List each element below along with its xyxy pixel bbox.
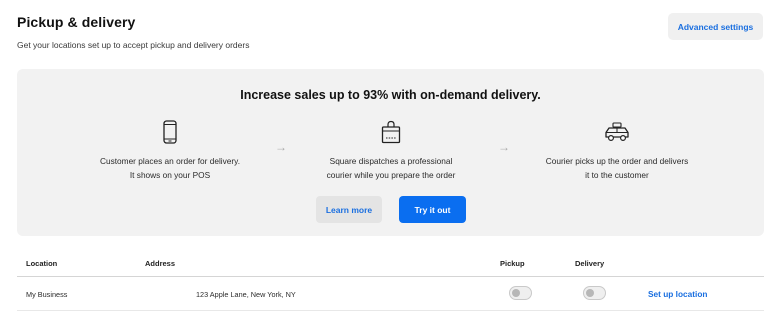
promo-step-line: Courier picks up the order and delivers — [545, 156, 689, 166]
promo-step-text: Courier picks up the order and delivers … — [522, 154, 712, 182]
promo-headline: Increase sales up to 93% with on-demand … — [240, 88, 541, 102]
promo-step-deliver: Courier picks up the order and delivers … — [522, 120, 712, 182]
table-header: Location Address Pickup Delivery — [17, 251, 764, 277]
arrow-right-icon: → — [275, 140, 287, 154]
location-name: My Business — [26, 290, 68, 299]
column-header-address: Address — [145, 259, 176, 268]
set-up-location-link[interactable]: Set up location — [648, 289, 707, 299]
promo-banner: Increase sales up to 93% with on-demand … — [17, 69, 764, 236]
promo-step-line: It shows on your POS — [129, 170, 211, 180]
promo-step-order: Customer places an order for delivery. I… — [75, 120, 265, 182]
toggle-knob — [586, 289, 594, 297]
column-header-pickup: Pickup — [500, 259, 525, 268]
toggle-knob — [512, 289, 520, 297]
promo-step-line: courier while you prepare the order — [326, 170, 456, 180]
pickup-toggle[interactable] — [509, 286, 532, 300]
advanced-settings-button[interactable]: Advanced settings — [668, 13, 763, 40]
promo-step-dispatch: Square dispatches a professional courier… — [296, 120, 486, 182]
arrow-right-icon: → — [498, 140, 510, 154]
page-title: Pickup & delivery — [17, 14, 136, 30]
location-address: 123 Apple Lane, New York, NY — [196, 290, 296, 299]
table-row: My Business 123 Apple Lane, New York, NY… — [17, 277, 764, 311]
bag-icon — [381, 120, 401, 144]
try-it-out-button[interactable]: Try it out — [399, 196, 466, 223]
column-header-delivery: Delivery — [575, 259, 605, 268]
phone-icon — [163, 120, 177, 144]
promo-step-text: Customer places an order for delivery. I… — [75, 154, 265, 182]
locations-table: Location Address Pickup Delivery My Busi… — [17, 251, 764, 311]
page-subtitle: Get your locations set up to accept pick… — [17, 40, 250, 50]
car-icon — [605, 122, 629, 142]
column-header-location: Location — [26, 259, 58, 268]
learn-more-button[interactable]: Learn more — [316, 196, 382, 223]
delivery-toggle[interactable] — [583, 286, 606, 300]
promo-step-text: Square dispatches a professional courier… — [296, 154, 486, 182]
promo-step-line: Customer places an order for delivery. — [99, 156, 241, 166]
promo-step-line: Square dispatches a professional — [329, 156, 453, 166]
promo-step-line: it to the customer — [585, 170, 649, 180]
